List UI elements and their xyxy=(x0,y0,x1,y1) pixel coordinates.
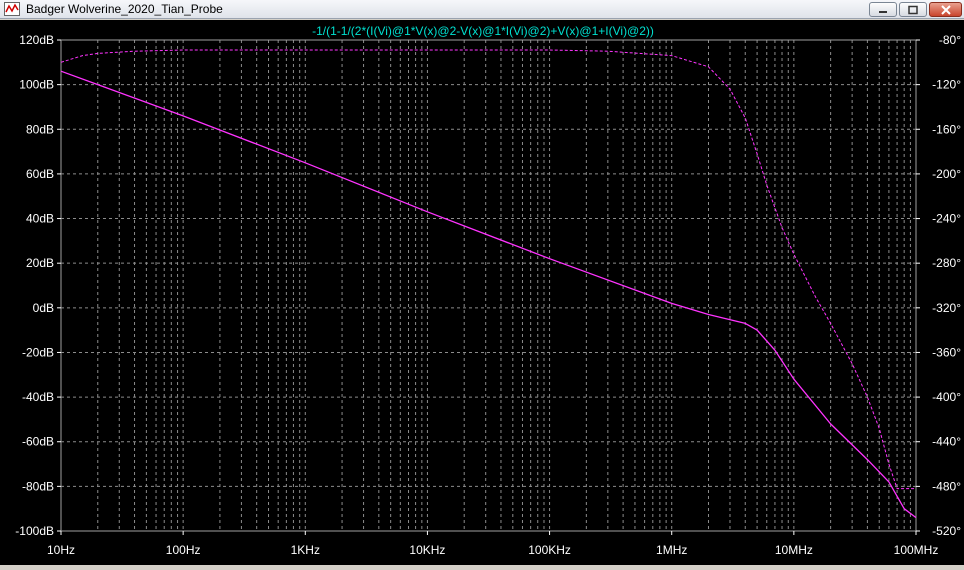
y2-tick-label: -360° xyxy=(932,345,961,359)
minimize-icon xyxy=(879,11,887,13)
restore-icon xyxy=(908,5,918,15)
minimize-button[interactable] xyxy=(869,2,897,17)
x-tick-label: 100Hz xyxy=(166,543,201,557)
phase-trace xyxy=(60,49,916,490)
trace-expression-label[interactable]: -1/(1-1/(2*(I(Vi)@1*V(x)@2-V(x)@1*I(Vi)@… xyxy=(312,24,654,38)
y-tick-label: -20dB xyxy=(22,345,54,359)
y-tick-label: 120dB xyxy=(19,33,54,47)
y2-tick-label: -160° xyxy=(932,122,961,136)
y2-tick-label: -480° xyxy=(932,479,961,493)
x-tick-label: 10MHz xyxy=(775,543,813,557)
plot-frame xyxy=(60,39,917,532)
x-tick-label: 100MHz xyxy=(894,543,939,557)
y-tick-label: 100dB xyxy=(19,78,54,92)
traces xyxy=(60,49,917,519)
y-tick-label: -80dB xyxy=(22,479,54,493)
maximize-button[interactable] xyxy=(899,2,927,17)
x-tick-label: 10Hz xyxy=(47,543,75,557)
window-titlebar: Badger Wolverine_2020_Tian_Probe xyxy=(0,0,964,19)
y-tick-label: 60dB xyxy=(26,167,54,181)
plot-pane[interactable]: -1/(1-1/(2*(I(Vi)@1*V(x)@2-V(x)@1*I(Vi)@… xyxy=(0,20,964,565)
y2-tick-label: -520° xyxy=(932,524,961,538)
y2-tick-label: -280° xyxy=(932,256,961,270)
grid xyxy=(60,39,917,532)
y-tick-label: -60dB xyxy=(22,435,54,449)
axes: 120dB 100dB 80dB 60dB 40dB 20dB 0dB -20dB -40dB -… xyxy=(15,33,961,557)
close-button[interactable] xyxy=(929,2,962,17)
x-tick-label: 10KHz xyxy=(409,543,445,557)
window-title: Badger Wolverine_2020_Tian_Probe xyxy=(26,2,223,16)
y-tick-label: 0dB xyxy=(33,301,54,315)
y2-tick-label: -80° xyxy=(939,33,961,47)
x-tick-label: 100KHz xyxy=(528,543,571,557)
y-tick-label: 40dB xyxy=(26,212,54,226)
y-tick-label: 80dB xyxy=(26,122,54,136)
bode-plot[interactable]: -1/(1-1/(2*(I(Vi)@1*V(x)@2-V(x)@1*I(Vi)@… xyxy=(0,20,964,565)
y2-tick-label: -440° xyxy=(932,435,961,449)
y2-tick-label: -240° xyxy=(932,212,961,226)
y2-tick-label: -400° xyxy=(932,390,961,404)
y2-tick-label: -320° xyxy=(932,301,961,315)
y-tick-label: 20dB xyxy=(26,256,54,270)
x-tick-label: 1MHz xyxy=(656,543,687,557)
y2-tick-label: -120° xyxy=(932,78,961,92)
waveform-app-icon xyxy=(4,2,20,16)
y2-tick-label: -200° xyxy=(932,167,961,181)
y-tick-label: -40dB xyxy=(22,390,54,404)
x-tick-label: 1KHz xyxy=(291,543,320,557)
y-tick-label: -100dB xyxy=(15,524,54,538)
magnitude-trace xyxy=(60,70,917,519)
close-icon xyxy=(940,5,951,15)
